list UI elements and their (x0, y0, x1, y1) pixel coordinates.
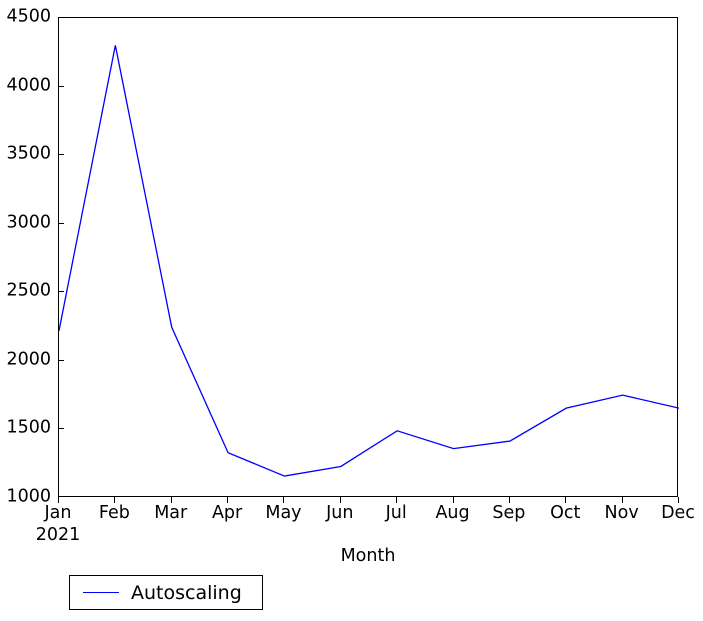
x-tick-label: Jul (385, 503, 407, 523)
chart-figure: 1000 1500 2000 2500 3000 3500 4000 4500 Jan 2021… (0, 0, 703, 621)
x-axis-title: Month (340, 546, 396, 566)
y-tick-label: 3000 (6, 211, 51, 232)
line-series-svg (59, 45, 679, 477)
y-tick-label: 2000 (6, 349, 51, 370)
y-tick-label: 1500 (6, 417, 51, 438)
legend-entry-autoscaling: Autoscaling (70, 576, 242, 609)
y-tick-label: 4000 (6, 74, 51, 95)
series-line-autoscaling (59, 45, 679, 477)
x-tick-label: Apr (211, 503, 243, 523)
x-tick-label: May (265, 503, 302, 523)
y-tick-label: 4500 (6, 6, 51, 27)
x-tick-label: Sep (492, 503, 526, 523)
x-tick-label: Oct (550, 503, 581, 523)
x-tick-label: Dec (661, 503, 695, 523)
x-tick-label: Mar (154, 503, 188, 523)
series-group (59, 45, 679, 477)
x-tick-label: Nov (604, 503, 639, 523)
x-tick-label: Feb (98, 503, 130, 523)
legend-label: Autoscaling (131, 581, 242, 604)
plot-area (58, 17, 679, 497)
legend-line-swatch-icon (83, 592, 119, 593)
chart-legend: Autoscaling (69, 575, 263, 610)
x-tick-label: Aug (435, 503, 470, 523)
x-tick-label: Jun (326, 503, 354, 523)
y-tick-label: 2500 (6, 280, 51, 301)
y-axis-tick-labels: 1000 1500 2000 2500 3000 3500 4000 4500 (0, 8, 51, 505)
x-tick-label: Jan (44, 503, 72, 523)
x-tick-sublabel-year: 2021 (35, 525, 81, 545)
y-tick-label: 3500 (6, 143, 51, 164)
